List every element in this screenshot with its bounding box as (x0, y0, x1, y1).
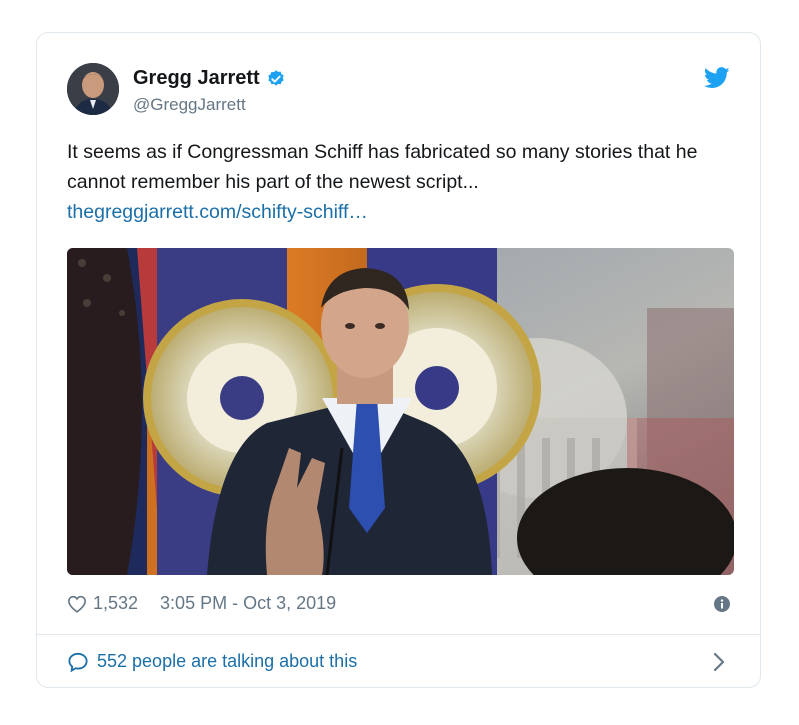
avatar[interactable] (67, 63, 119, 115)
author-name-row[interactable]: Gregg Jarrett (133, 67, 286, 90)
conversation-label[interactable]: 552 people are talking about this (97, 651, 357, 672)
speech-bubble-icon (68, 652, 88, 672)
tweet-card[interactable]: Gregg Jarrett @GreggJarrett It seems as … (36, 32, 761, 688)
heart-icon[interactable] (67, 595, 87, 613)
conversation-link[interactable]: 552 people are talking about this (67, 651, 357, 672)
tweet-photo[interactable] (67, 248, 734, 575)
twitter-bird-icon[interactable] (704, 67, 730, 89)
chevron-right-icon[interactable] (712, 652, 726, 672)
like-count[interactable]: 1,532 (93, 593, 138, 614)
tweet-text: It seems as if Congressman Schiff has fa… (67, 141, 698, 193)
author-handle[interactable]: @GreggJarrett (133, 95, 246, 115)
divider (37, 634, 760, 635)
tweet-timestamp[interactable]: 3:05 PM - Oct 3, 2019 (160, 593, 336, 614)
verified-badge-icon (268, 69, 284, 86)
info-icon[interactable] (714, 596, 730, 612)
tweet-link[interactable]: thegreggjarrett.com/schifty-schiff… (67, 197, 727, 227)
author-name[interactable]: Gregg Jarrett (133, 67, 260, 90)
tweet-body: It seems as if Congressman Schiff has fa… (67, 137, 727, 227)
tweet-meta: 1,532 3:05 PM - Oct 3, 2019 (67, 593, 336, 614)
